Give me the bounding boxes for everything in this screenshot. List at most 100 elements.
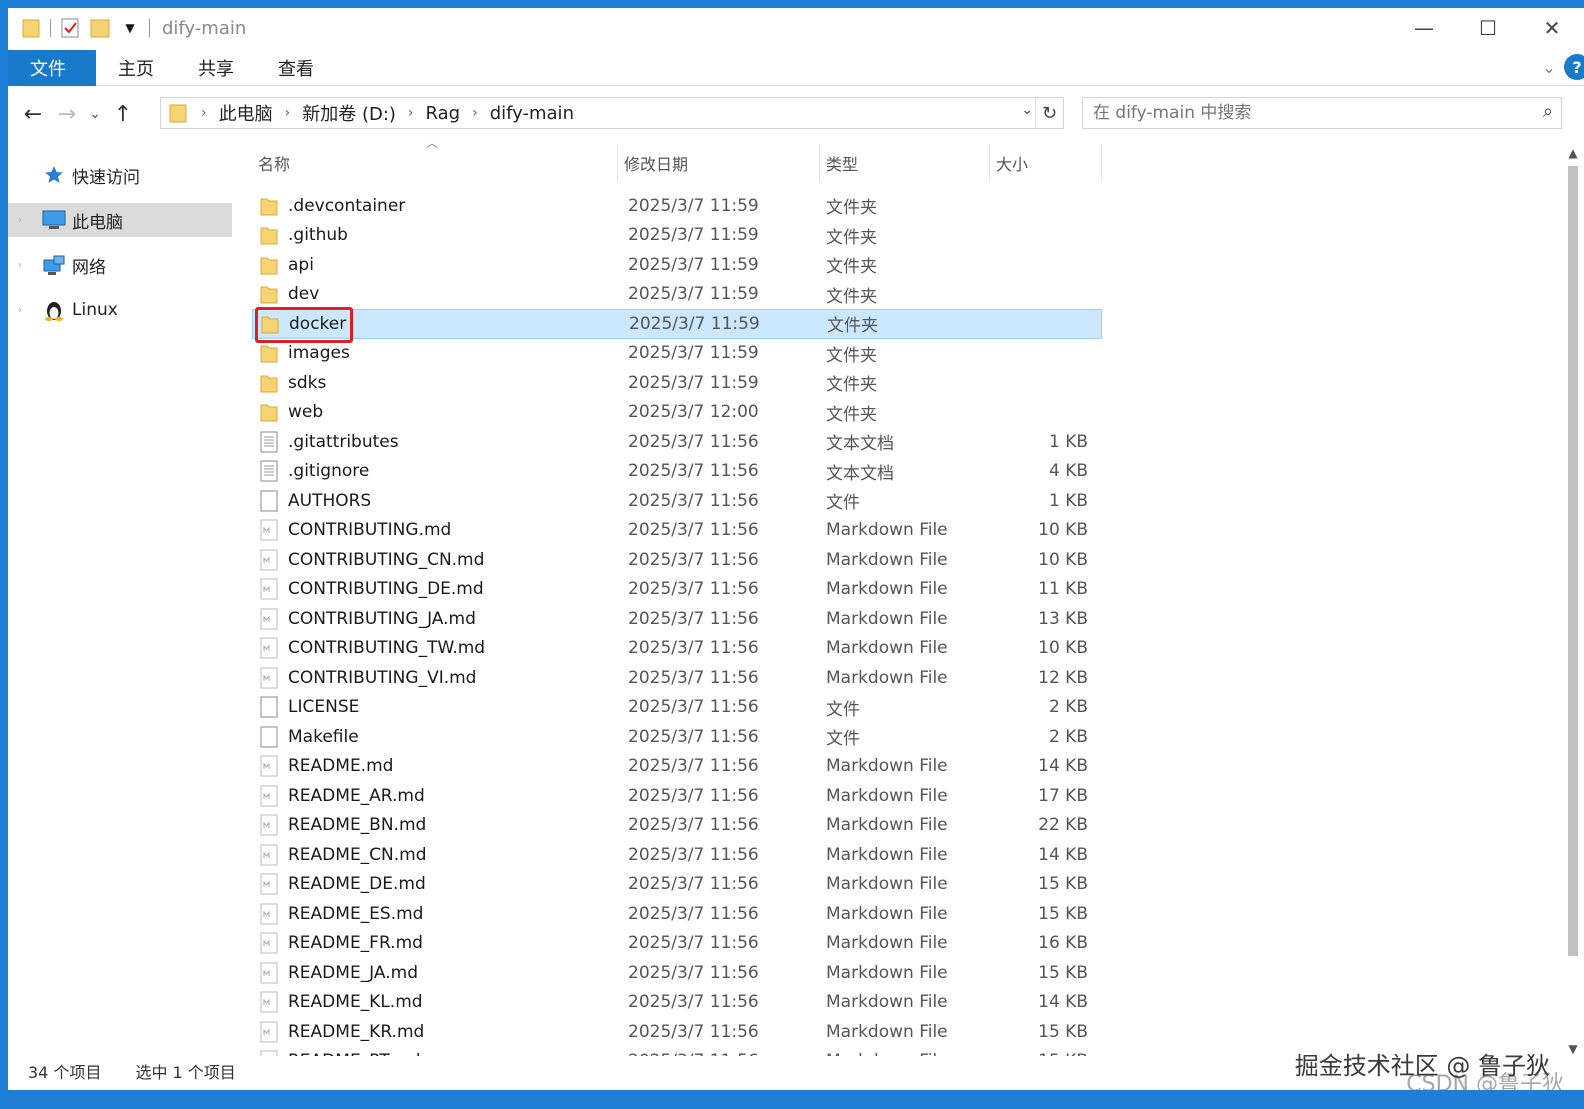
table-row[interactable]: README_KL.md 2025/3/7 11:56 Markdown File 1… xyxy=(252,988,1102,1018)
sidebar-item-linux[interactable]: › Linux xyxy=(8,293,232,327)
tab-file[interactable]: 文件 xyxy=(8,49,96,86)
table-row[interactable]: CONTRIBUTING_TW.md 2025/3/7 11:56 Markdown… xyxy=(252,634,1102,664)
file-name-cell[interactable]: .gitignore xyxy=(252,460,618,482)
properties-icon[interactable] xyxy=(59,16,81,40)
table-row[interactable]: README_JA.md 2025/3/7 11:56 Markdown File 1… xyxy=(252,958,1102,988)
chevron-down-icon[interactable]: ⌄ xyxy=(1021,102,1033,118)
forward-arrow-icon[interactable]: → xyxy=(50,97,84,131)
search-input[interactable] xyxy=(1093,103,1513,123)
file-name-cell[interactable]: README.md xyxy=(252,755,618,777)
breadcrumb-rag[interactable]: Rag xyxy=(420,103,467,124)
file-name-cell[interactable]: README_JA.md xyxy=(252,962,618,984)
help-icon[interactable]: ? xyxy=(1564,54,1584,80)
column-header-size[interactable]: 大小 xyxy=(990,144,1102,182)
file-name-cell[interactable]: CONTRIBUTING_TW.md xyxy=(252,637,618,659)
close-button[interactable]: ✕ xyxy=(1520,8,1584,48)
table-row[interactable]: sdks 2025/3/7 11:59 文件夹 xyxy=(252,368,1102,398)
table-row[interactable]: images 2025/3/7 11:59 文件夹 xyxy=(252,339,1102,369)
file-name-cell[interactable]: dev xyxy=(252,283,618,305)
file-name-cell[interactable]: AUTHORS xyxy=(252,490,618,512)
table-row[interactable]: README_FR.md 2025/3/7 11:56 Markdown File 1… xyxy=(252,929,1102,959)
table-row[interactable]: .github 2025/3/7 11:59 文件夹 xyxy=(252,221,1102,251)
expand-ribbon-icon[interactable]: ⌄ xyxy=(1534,58,1564,77)
table-row[interactable]: .devcontainer 2025/3/7 11:59 文件夹 xyxy=(252,191,1102,221)
table-row[interactable]: CONTRIBUTING_VI.md 2025/3/7 11:56 Markdown… xyxy=(252,663,1102,693)
scrollbar-thumb[interactable] xyxy=(1568,166,1578,956)
column-header-type[interactable]: 类型 xyxy=(820,144,990,182)
file-name-cell[interactable]: web xyxy=(252,401,618,423)
file-name-cell[interactable]: .gitattributes xyxy=(252,431,618,453)
breadcrumb-this-pc[interactable]: 此电脑 xyxy=(213,100,279,126)
table-row[interactable]: .gitattributes 2025/3/7 11:56 文本文档 1 KB xyxy=(252,427,1102,457)
table-row[interactable]: README_PT.md2025/3/7 11:56Markdown File1… xyxy=(252,1047,1102,1056)
file-name-cell[interactable]: LICENSE xyxy=(252,696,618,718)
chevron-right-icon[interactable]: › xyxy=(279,105,297,121)
table-row[interactable]: README_AR.md 2025/3/7 11:56 Markdown File 1… xyxy=(252,781,1102,811)
file-name-cell[interactable]: .devcontainer xyxy=(252,195,618,217)
file-name-cell[interactable]: sdks xyxy=(252,372,618,394)
file-name-cell[interactable]: README_DE.md xyxy=(252,873,618,895)
file-name-cell[interactable]: README_CN.md xyxy=(252,844,618,866)
file-name-cell[interactable]: api xyxy=(252,254,618,276)
sidebar-item-network[interactable]: › 网络 xyxy=(8,248,232,282)
expand-arrow-icon[interactable]: › xyxy=(18,260,22,271)
recent-locations-icon[interactable]: ⌄ xyxy=(84,97,106,131)
sidebar-item-this-pc[interactable]: › 此电脑 xyxy=(8,203,232,237)
address-bar[interactable]: › 此电脑 › 新加卷 (D:) › Rag › dify-main ⌄ ↻ xyxy=(160,97,1064,129)
search-box[interactable]: ⌕ xyxy=(1082,97,1562,129)
refresh-icon[interactable]: ↻ xyxy=(1035,98,1063,128)
table-row[interactable]: CONTRIBUTING_DE.md 2025/3/7 11:56 Markdown… xyxy=(252,575,1102,605)
table-row[interactable]: README.md 2025/3/7 11:56 Markdown File 14 K… xyxy=(252,752,1102,782)
file-name-cell[interactable]: README_FR.md xyxy=(252,932,618,954)
tab-view[interactable]: 查看 xyxy=(256,50,336,86)
table-row[interactable]: README_DE.md 2025/3/7 11:56 Markdown File 1… xyxy=(252,870,1102,900)
vertical-scrollbar[interactable]: ▲ ▼ xyxy=(1562,136,1584,1056)
table-row[interactable]: CONTRIBUTING.md 2025/3/7 11:56 Markdown Fi… xyxy=(252,516,1102,546)
column-header-name[interactable]: 名称 xyxy=(252,144,618,182)
back-arrow-icon[interactable]: ← xyxy=(16,97,50,131)
new-folder-icon[interactable] xyxy=(89,16,111,40)
folder-icon[interactable] xyxy=(20,16,42,40)
chevron-right-icon[interactable]: › xyxy=(195,105,213,121)
tab-home[interactable]: 主页 xyxy=(96,50,176,86)
file-name-cell[interactable]: README_KL.md xyxy=(252,991,618,1013)
table-row[interactable]: Makefile 2025/3/7 11:56 文件 2 KB xyxy=(252,722,1102,752)
file-name-cell[interactable]: CONTRIBUTING_DE.md xyxy=(252,578,618,600)
scroll-down-icon[interactable]: ▼ xyxy=(1562,1042,1584,1056)
table-row[interactable]: README_BN.md 2025/3/7 11:56 Markdown File 2… xyxy=(252,811,1102,841)
expand-arrow-icon[interactable]: › xyxy=(18,215,22,226)
file-name-cell[interactable]: CONTRIBUTING.md xyxy=(252,519,618,541)
file-name-cell[interactable]: README_ES.md xyxy=(252,903,618,925)
file-name-cell[interactable]: CONTRIBUTING_JA.md xyxy=(252,608,618,630)
file-name-cell[interactable]: CONTRIBUTING_CN.md xyxy=(252,549,618,571)
file-name-cell[interactable]: .github xyxy=(252,224,618,246)
table-row[interactable]: docker 2025/3/7 11:59 文件夹 xyxy=(252,307,1102,343)
sidebar-item-quick-access[interactable]: 快速访问 xyxy=(8,158,232,192)
table-row[interactable]: web 2025/3/7 12:00 文件夹 xyxy=(252,398,1102,428)
chevron-right-icon[interactable]: › xyxy=(466,105,484,121)
table-row[interactable]: README_KR.md 2025/3/7 11:56 Markdown File 1… xyxy=(252,1017,1102,1047)
file-name-cell[interactable]: README_AR.md xyxy=(252,785,618,807)
scroll-up-icon[interactable]: ▲ xyxy=(1562,146,1584,160)
table-row[interactable]: CONTRIBUTING_CN.md 2025/3/7 11:56 Markdown… xyxy=(252,545,1102,575)
minimize-button[interactable]: — xyxy=(1392,8,1456,48)
table-row[interactable]: .gitignore 2025/3/7 11:56 文本文档 4 KB xyxy=(252,457,1102,487)
search-icon[interactable]: ⌕ xyxy=(1543,101,1553,122)
table-row[interactable]: LICENSE 2025/3/7 11:56 文件 2 KB xyxy=(252,693,1102,723)
maximize-button[interactable]: ☐ xyxy=(1456,8,1520,48)
customize-toolbar-icon[interactable]: ▼ xyxy=(119,16,141,40)
file-name-cell[interactable]: images xyxy=(252,342,618,364)
file-name-cell[interactable]: Makefile xyxy=(252,726,618,748)
table-row[interactable]: dev 2025/3/7 11:59 文件夹 xyxy=(252,280,1102,310)
file-name-cell[interactable]: README_KR.md xyxy=(252,1021,618,1043)
file-name-cell[interactable]: README_BN.md xyxy=(252,814,618,836)
file-name-cell[interactable]: CONTRIBUTING_VI.md xyxy=(252,667,618,689)
tab-share[interactable]: 共享 xyxy=(176,50,256,86)
table-row[interactable]: README_CN.md 2025/3/7 11:56 Markdown File 1… xyxy=(252,840,1102,870)
table-row[interactable]: api 2025/3/7 11:59 文件夹 xyxy=(252,250,1102,280)
column-header-date[interactable]: 修改日期 xyxy=(618,144,820,182)
breadcrumb-drive[interactable]: 新加卷 (D:) xyxy=(296,100,402,126)
table-row[interactable]: CONTRIBUTING_JA.md 2025/3/7 11:56 Markdown… xyxy=(252,604,1102,634)
table-row[interactable]: AUTHORS 2025/3/7 11:56 文件 1 KB xyxy=(252,486,1102,516)
chevron-right-icon[interactable]: › xyxy=(402,105,420,121)
